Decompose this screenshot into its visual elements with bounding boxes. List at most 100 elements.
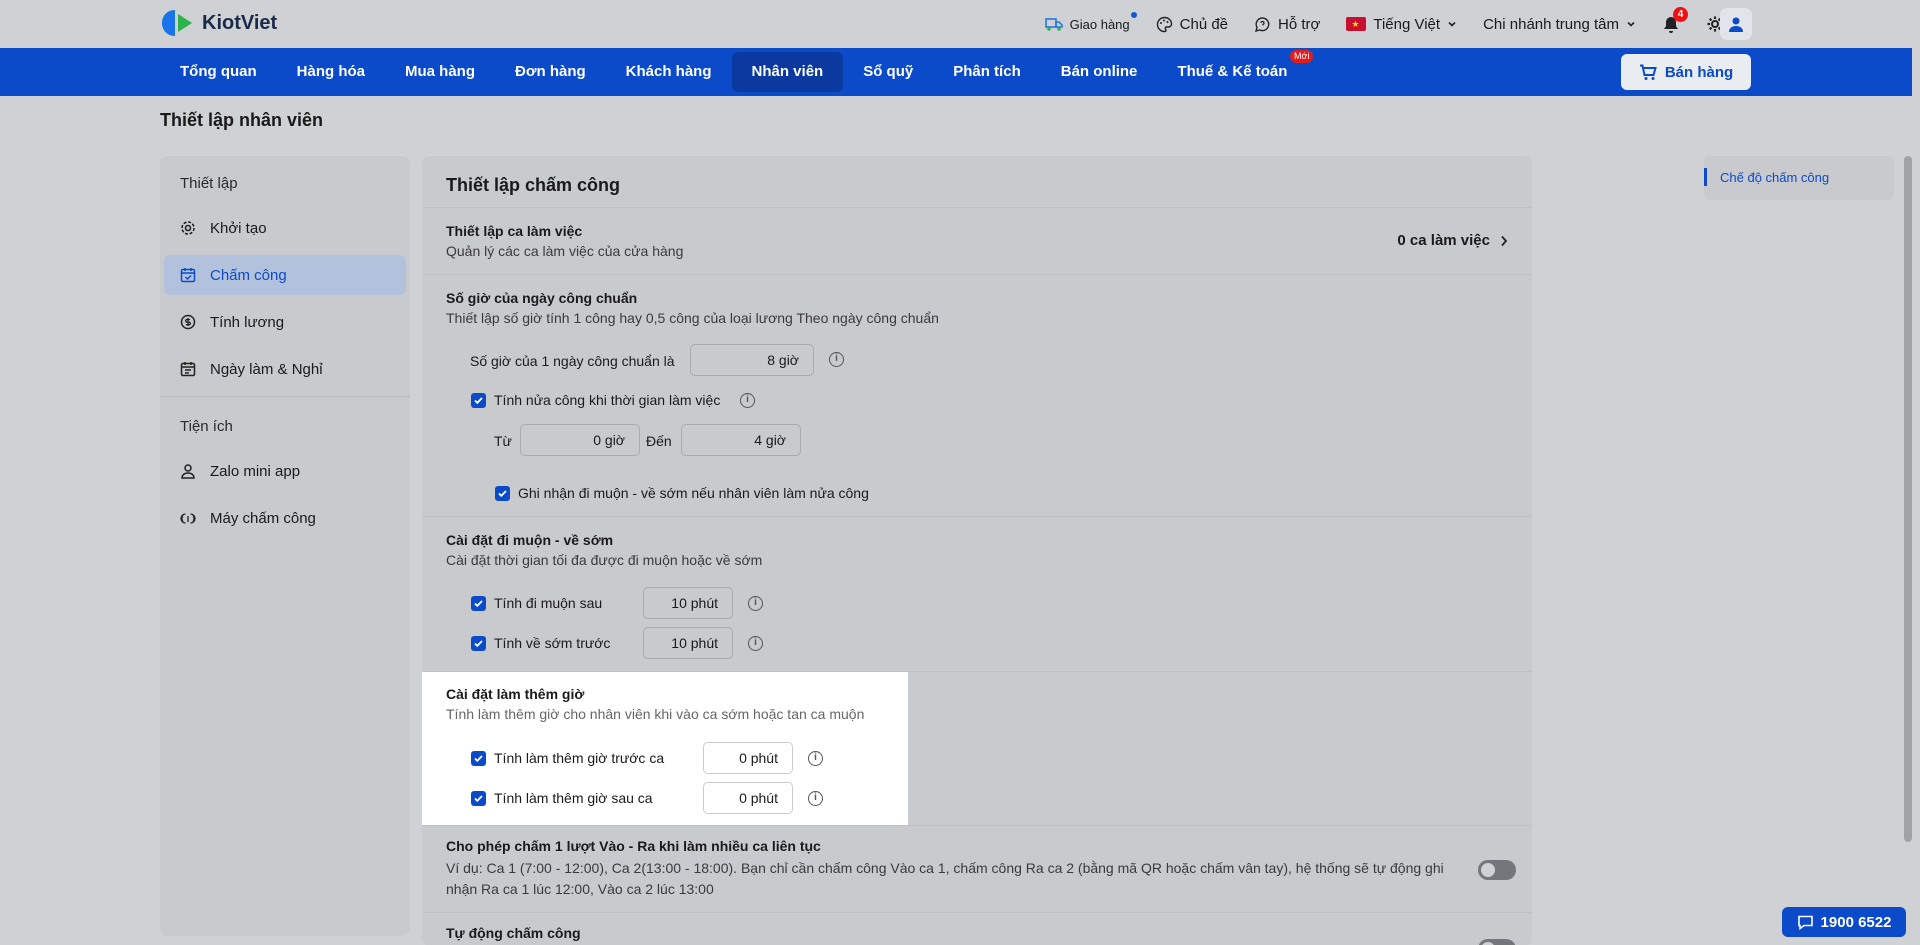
overtime-after-checkbox[interactable] bbox=[471, 791, 486, 806]
sidebar-item-may-cham-cong[interactable]: Máy chấm công bbox=[164, 498, 406, 538]
delivery-dot-badge bbox=[1130, 12, 1137, 18]
overtime-before-input[interactable]: 0 phút bbox=[703, 742, 793, 774]
auto-attendance-toggle[interactable] bbox=[1478, 939, 1516, 945]
late-early-subtitle: Cài đặt thời gian tối đa được đi muộn ho… bbox=[446, 552, 763, 568]
shift-setup-subtitle: Quản lý các ca làm việc của cửa hàng bbox=[446, 243, 684, 259]
nav-don-hang[interactable]: Đơn hàng bbox=[495, 52, 606, 92]
notification-count-badge: 4 bbox=[1673, 6, 1688, 22]
info-icon[interactable]: i bbox=[808, 751, 823, 766]
sidebar-item-label: Ngày làm & Nghỉ bbox=[210, 360, 323, 378]
sidebar-item-zalo-mini-app[interactable]: Zalo mini app bbox=[164, 451, 406, 491]
nav-mua-hang[interactable]: Mua hàng bbox=[385, 52, 495, 92]
theme-label: Chủ đề bbox=[1179, 15, 1229, 33]
user-icon bbox=[1729, 17, 1743, 32]
standard-hours-title: Số giờ của ngày công chuẩn bbox=[446, 290, 638, 306]
page-scrollbar[interactable] bbox=[1904, 156, 1912, 842]
from-hours-input[interactable]: 0 giờ bbox=[520, 424, 640, 456]
sidebar-item-label: Tính lương bbox=[210, 313, 285, 331]
shift-setup-title: Thiết lập ca làm việc bbox=[446, 223, 583, 239]
nav-thue-ke-toan[interactable]: Thuế & Kế toán Mới bbox=[1157, 50, 1315, 92]
overtime-subtitle: Tính làm thêm giờ cho nhân viên khi vào … bbox=[446, 706, 865, 722]
auto-attendance-title: Tự động chấm công bbox=[446, 925, 581, 941]
sidebar-item-cham-cong[interactable]: Chấm công bbox=[164, 255, 406, 295]
sidebar-group-utilities: Tiện ích bbox=[180, 418, 233, 435]
theme-button[interactable]: Chủ đề bbox=[1156, 16, 1228, 33]
sidebar-item-khoi-tao[interactable]: Khởi tạo bbox=[164, 208, 406, 248]
overtime-after-input[interactable]: 0 phút bbox=[703, 782, 793, 814]
overtime-before-checkbox[interactable] bbox=[471, 751, 486, 766]
from-label: Từ bbox=[494, 433, 512, 449]
user-avatar-button[interactable] bbox=[1720, 8, 1752, 40]
sell-button[interactable]: Bán hàng bbox=[1621, 54, 1751, 90]
sidebar-item-tinh-luong[interactable]: Tính lương bbox=[164, 302, 406, 342]
check-icon bbox=[474, 640, 483, 648]
nav-nhan-vien[interactable]: Nhân viên bbox=[731, 52, 844, 92]
nav-tong-quan[interactable]: Tổng quan bbox=[160, 52, 277, 92]
late-early-title: Cài đặt đi muộn - về sớm bbox=[446, 532, 614, 548]
panel-title: Thiết lập chấm công bbox=[422, 156, 1532, 208]
multi-shift-desc: Ví dụ: Ca 1 (7:00 - 12:00), Ca 2(13:00 -… bbox=[446, 860, 1444, 897]
main-nav: Tổng quan Hàng hóa Mua hàng Đơn hàng Khá… bbox=[0, 48, 1912, 96]
late-label: Tính đi muộn sau bbox=[494, 595, 603, 611]
anchor-link-attendance-mode[interactable]: Chế độ chấm công bbox=[1720, 170, 1829, 185]
nav-so-quy[interactable]: Sổ quỹ bbox=[843, 52, 933, 92]
chevron-down-icon bbox=[1448, 21, 1456, 27]
auto-attendance-section: Tự động chấm công bbox=[422, 913, 1532, 945]
standard-hours-input[interactable]: 8 giờ bbox=[690, 344, 814, 376]
early-minutes-input[interactable]: 10 phút bbox=[643, 627, 733, 659]
support-label: Hỗ trợ bbox=[1278, 15, 1321, 33]
late-checkbox[interactable] bbox=[471, 596, 486, 611]
half-day-checkbox[interactable] bbox=[471, 393, 486, 408]
nav-phan-tich[interactable]: Phân tích bbox=[933, 52, 1041, 92]
new-badge: Mới bbox=[1290, 50, 1314, 63]
info-icon[interactable]: i bbox=[748, 596, 763, 611]
sidebar-item-label: Chấm công bbox=[210, 266, 287, 284]
chevron-right-icon bbox=[1501, 235, 1508, 246]
language-select[interactable]: Tiếng Việt bbox=[1346, 16, 1457, 33]
top-bar: KiotViet Giao hàng Chủ đề Hỗ trợ Tiếng V… bbox=[0, 0, 1920, 48]
sidebar-item-label: Zalo mini app bbox=[210, 462, 301, 480]
hotline-button[interactable]: 1900 6522 bbox=[1782, 907, 1906, 937]
attendance-settings-panel: Thiết lập chấm công Thiết lập ca làm việ… bbox=[422, 156, 1532, 945]
logo[interactable]: KiotViet bbox=[160, 8, 277, 38]
palette-icon bbox=[1156, 16, 1172, 32]
info-icon[interactable]: i bbox=[829, 352, 844, 367]
late-minutes-input[interactable]: 10 phút bbox=[643, 587, 733, 619]
person-icon bbox=[181, 464, 195, 479]
support-button[interactable]: Hỗ trợ bbox=[1254, 16, 1320, 33]
early-checkbox[interactable] bbox=[471, 636, 486, 651]
section-anchor-panel: Chế độ chấm công bbox=[1704, 156, 1894, 200]
to-hours-input[interactable]: 4 giờ bbox=[681, 424, 801, 456]
notification-button[interactable]: 4 bbox=[1662, 6, 1688, 34]
calendar-check-icon bbox=[180, 268, 196, 283]
nav-hang-hoa[interactable]: Hàng hóa bbox=[277, 52, 385, 92]
delivery-link[interactable]: Giao hàng bbox=[1044, 12, 1137, 32]
info-icon[interactable]: i bbox=[748, 636, 763, 651]
nav-khach-hang[interactable]: Khách hàng bbox=[606, 52, 732, 92]
info-icon[interactable]: i bbox=[808, 791, 823, 806]
hotline-number: 1900 6522 bbox=[1820, 913, 1892, 931]
overtime-section: Cài đặt làm thêm giờ Tính làm thêm giờ c… bbox=[422, 672, 1532, 826]
branch-select[interactable]: Chi nhánh trung tâm bbox=[1483, 16, 1636, 33]
dollar-circle-icon bbox=[180, 314, 196, 330]
language-label: Tiếng Việt bbox=[1373, 15, 1441, 33]
check-icon bbox=[498, 490, 507, 498]
brand-name: KiotViet bbox=[202, 11, 278, 34]
info-icon[interactable]: i bbox=[740, 393, 755, 408]
sell-button-label: Bán hàng bbox=[1664, 63, 1734, 81]
multi-shift-toggle[interactable] bbox=[1478, 860, 1516, 880]
nav-thue-ke-toan-label: Thuế & Kế toán bbox=[1177, 63, 1288, 80]
branch-label: Chi nhánh trung tâm bbox=[1483, 15, 1619, 33]
record-late-early-label: Ghi nhận đi muộn - về sớm nếu nhân viên … bbox=[518, 485, 869, 501]
nav-ban-online[interactable]: Bán online bbox=[1041, 52, 1158, 92]
sidebar-divider bbox=[160, 396, 410, 397]
to-label: Đến bbox=[646, 433, 672, 449]
sidebar-item-ngay-lam-nghi[interactable]: Ngày làm & Nghỉ bbox=[164, 349, 406, 389]
record-late-early-checkbox[interactable] bbox=[495, 486, 510, 501]
chat-bubble-icon bbox=[1255, 16, 1270, 32]
shift-count: 0 ca làm việc bbox=[1397, 232, 1490, 249]
standard-hours-section: Số giờ của ngày công chuẩn Thiết lập số … bbox=[422, 275, 1532, 517]
settings-sidebar: Thiết lập Khởi tạo Chấm công Tính lương … bbox=[160, 156, 410, 936]
sidebar-group-setup: Thiết lập bbox=[180, 175, 238, 192]
shift-setup-row[interactable]: Thiết lập ca làm việc Quản lý các ca làm… bbox=[422, 208, 1532, 275]
